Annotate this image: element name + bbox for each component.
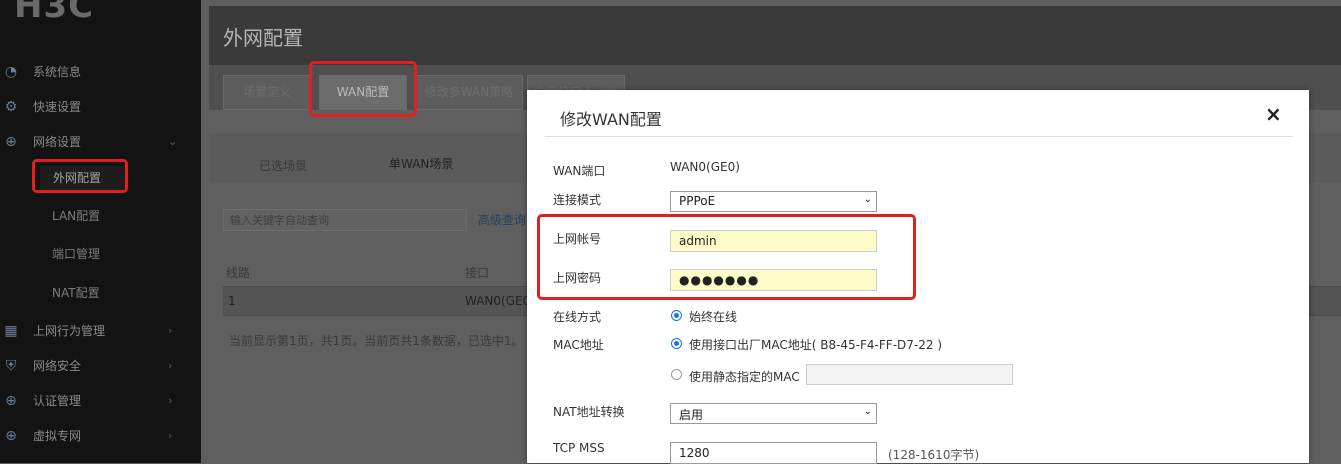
wan-port-value: WAN0(GE0) [670,160,740,174]
conn-mode-label: 连接模式 [553,193,602,207]
chevron-right-icon: › [168,359,173,372]
static-mac-input[interactable] [806,364,1013,385]
tab-multi-wan-policy[interactable]: 修改多WAN策略 [415,75,523,110]
dialog-title: 修改WAN配置 [560,110,662,129]
close-icon[interactable]: × [1265,102,1282,126]
nat-select[interactable]: 启用 ⌄ [670,403,877,424]
radio-always-online[interactable] [671,310,682,321]
quick-setup-icon: ⚙ [4,99,18,115]
scene-value: 单WAN场景 [389,157,454,171]
mss-hint: (128-1610字节) [888,448,980,462]
globe-icon: ⊕ [5,428,17,444]
dashboard-icon: ◔ [4,64,18,80]
radio-static-mac[interactable] [671,369,682,380]
mss-label: TCP MSS [553,441,605,455]
chevron-right-icon: › [168,429,173,442]
highlight-box-credentials [537,214,916,300]
sidebar-item-network-security[interactable]: ⛨ 网络安全 › [0,351,201,381]
sidebar-item-label: 认证管理 [33,394,82,408]
highlight-box-sidebar [32,159,128,193]
factory-mac-label: 使用接口出厂MAC地址( B8-45-F4-FF-D7-22 ) [689,338,942,352]
advanced-query-link[interactable]: 高级查询 [478,211,526,228]
sidebar: H3C ◔ 系统信息 ⚙ 快速设置 ⊕ 网络设置 ⌄ 外网配置 LAN配置 端口… [0,0,201,463]
cell-line: 1 [228,294,236,308]
mss-input[interactable]: 1280 [670,442,877,464]
sidebar-subitem-nat-config[interactable]: NAT配置 [52,283,100,303]
conn-mode-selected: PPPoE [679,194,716,208]
sidebar-item-quick-setup[interactable]: ⚙ 快速设置 [0,92,201,122]
column-header-line: 线路 [226,266,251,280]
page-header: 外网配置 [209,6,1341,65]
cell-interface: WAN0(GE0 [465,294,531,308]
sidebar-item-behavior-management[interactable]: ▦ 上网行为管理 › [0,316,201,346]
chevron-down-icon: ⌄ [863,194,872,205]
sidebar-item-system-info[interactable]: ◔ 系统信息 [0,57,201,87]
dialog-divider [545,136,1293,137]
radio-factory-mac[interactable] [671,338,682,349]
conn-mode-select[interactable]: PPPoE ⌄ [670,191,877,212]
behavior-icon: ▦ [4,323,18,339]
sidebar-subitem-port-management[interactable]: 端口管理 [52,244,100,264]
search-input[interactable]: 输入关键字自动查询 [223,209,467,231]
tab-scene-definition[interactable]: 场景定义 [223,75,311,110]
sidebar-item-vpn[interactable]: ⊕ 虚拟专网 › [0,421,201,451]
page-title: 外网配置 [223,26,303,50]
sidebar-item-label: 网络安全 [33,359,82,373]
sidebar-item-network-settings[interactable]: ⊕ 网络设置 ⌄ [0,127,201,157]
always-online-label: 始终在线 [689,310,738,324]
chevron-down-icon: ⌄ [168,135,178,148]
sidebar-item-label: 网络设置 [33,135,82,149]
brand-logo: H3C [14,0,95,26]
scene-label: 已选场景 [259,159,308,173]
nat-selected: 启用 [679,408,704,422]
sidebar-item-label: 上网行为管理 [33,324,106,338]
sidebar-item-auth-management[interactable]: ⊕ 认证管理 › [0,386,201,416]
column-header-interface: 接口 [465,266,490,280]
online-mode-label: 在线方式 [553,310,602,324]
shield-icon: ⛨ [5,358,17,374]
sidebar-item-label: 系统信息 [33,65,82,79]
chevron-right-icon: › [168,394,173,407]
mac-label: MAC地址 [553,338,604,352]
static-mac-label: 使用静态指定的MAC [689,370,800,384]
chevron-down-icon: ⌄ [863,406,872,417]
chevron-right-icon: › [168,324,173,337]
globe-icon: ⊕ [5,134,17,150]
highlight-box-tab [309,61,417,117]
sidebar-item-label: 快速设置 [33,100,82,114]
wan-port-label: WAN端口 [553,164,606,178]
globe-icon: ⊕ [5,393,17,409]
sidebar-item-label: 虚拟专网 [33,429,82,443]
sidebar-subitem-lan-config[interactable]: LAN配置 [52,206,100,226]
pager-status: 当前显示第1页，共1页。当前页共1条数据，已选中1。 [229,334,524,348]
nat-label: NAT地址转换 [553,405,625,419]
